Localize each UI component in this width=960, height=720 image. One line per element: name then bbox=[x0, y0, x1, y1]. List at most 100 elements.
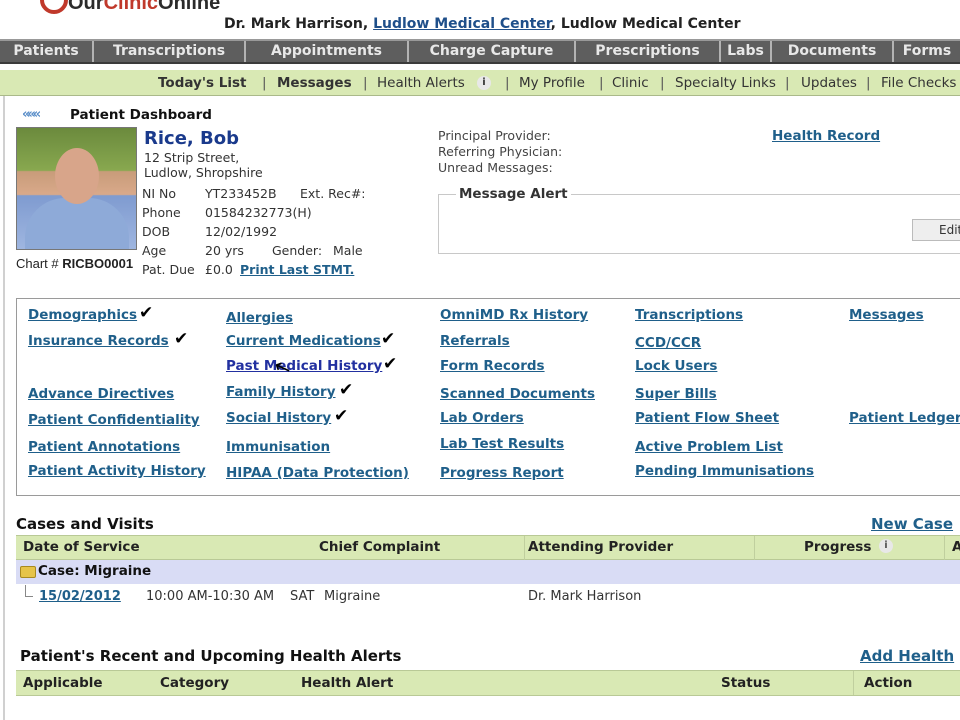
edit-button[interactable]: Edit bbox=[912, 219, 960, 241]
nav-tab-forms[interactable]: Forms bbox=[894, 41, 960, 62]
nav-tab-transcriptions[interactable]: Transcriptions bbox=[94, 41, 246, 62]
nav-tab-prescriptions[interactable]: Prescriptions bbox=[576, 41, 721, 62]
visit-time: 10:00 AM-10:30 AM bbox=[146, 589, 275, 604]
visit-date-link[interactable]: 15/02/2012 bbox=[39, 589, 121, 604]
col-action[interactable]: Action bbox=[864, 675, 912, 691]
subnav-my-profile[interactable]: My Profile bbox=[519, 75, 585, 91]
info-icon[interactable]: i bbox=[477, 76, 491, 90]
col-a[interactable]: A bbox=[952, 539, 960, 555]
link-transcriptions[interactable]: Transcriptions bbox=[635, 307, 743, 323]
link-hipaa[interactable]: HIPAA (Data Protection) bbox=[226, 465, 409, 481]
nav-tab-documents[interactable]: Documents bbox=[772, 41, 894, 62]
link-patient-confidentiality[interactable]: Patient Confidentiality bbox=[28, 412, 200, 428]
nav-tab-charge-capture[interactable]: Charge Capture bbox=[409, 41, 576, 62]
link-insurance-records[interactable]: Insurance Records bbox=[28, 333, 169, 349]
check-icon: ✔ bbox=[383, 354, 398, 374]
health-record-link[interactable]: Health Record bbox=[772, 128, 880, 144]
link-lab-orders[interactable]: Lab Orders bbox=[440, 410, 524, 426]
link-immunisation[interactable]: Immunisation bbox=[226, 439, 330, 455]
link-allergies[interactable]: Allergies bbox=[226, 310, 293, 326]
nav-tab-labs[interactable]: Labs bbox=[721, 41, 772, 62]
link-patient-flow-sheet[interactable]: Patient Flow Sheet bbox=[635, 410, 779, 426]
link-patient-annotations[interactable]: Patient Annotations bbox=[28, 439, 180, 455]
print-last-statement-link[interactable]: Print Last STMT. bbox=[240, 262, 354, 277]
link-form-records[interactable]: Form Records bbox=[440, 358, 545, 374]
check-icon: ✔ bbox=[334, 406, 349, 426]
subnav-divider: | bbox=[505, 75, 510, 91]
visit-provider: Dr. Mark Harrison bbox=[528, 589, 642, 604]
link-active-problem-list[interactable]: Active Problem List bbox=[635, 439, 783, 455]
referring-physician-label: Referring Physician: bbox=[438, 144, 563, 159]
link-pending-immunisations[interactable]: Pending Immunisations bbox=[635, 463, 814, 479]
case-row[interactable] bbox=[16, 560, 960, 584]
col-status[interactable]: Status bbox=[721, 675, 770, 691]
nav-tab-appointments[interactable]: Appointments bbox=[246, 41, 409, 62]
column-divider bbox=[853, 671, 854, 695]
sub-nav: Today's List | Messages | Health Alerts … bbox=[0, 70, 960, 96]
health-alerts-table-header bbox=[16, 670, 960, 696]
link-current-medications[interactable]: Current Medications bbox=[226, 333, 381, 349]
nav-tab-patients[interactable]: Patients bbox=[0, 41, 94, 62]
add-health-alert-link[interactable]: Add Health bbox=[860, 647, 954, 665]
unread-messages-label: Unread Messages: bbox=[438, 160, 553, 175]
visit-complaint: Migraine bbox=[324, 589, 381, 604]
subnav-divider: | bbox=[660, 75, 665, 91]
col-chief-complaint[interactable]: Chief Complaint bbox=[319, 539, 440, 555]
dob-label: DOB bbox=[142, 224, 171, 239]
message-alert-box bbox=[438, 194, 960, 254]
subnav-updates[interactable]: Updates bbox=[801, 75, 857, 91]
check-icon: ✔ bbox=[174, 329, 189, 349]
col-applicable[interactable]: Applicable bbox=[23, 675, 103, 691]
link-ccd-ccr[interactable]: CCD/CCR bbox=[635, 335, 701, 351]
gender-label: Gender: bbox=[272, 243, 323, 258]
link-advance-directives[interactable]: Advance Directives bbox=[28, 386, 174, 402]
link-progress-report[interactable]: Progress Report bbox=[440, 465, 564, 481]
patient-photo bbox=[16, 127, 137, 250]
col-attending-provider[interactable]: Attending Provider bbox=[528, 539, 673, 555]
clinic-name: , Ludlow Medical Center bbox=[550, 16, 741, 32]
link-past-medical-history[interactable]: Past Medical History bbox=[226, 358, 382, 374]
col-category[interactable]: Category bbox=[160, 675, 229, 691]
subnav-specialty-links[interactable]: Specialty Links bbox=[675, 75, 776, 91]
check-icon: ✔ bbox=[381, 329, 396, 349]
link-lab-test-results[interactable]: Lab Test Results bbox=[440, 436, 564, 452]
col-progress[interactable]: Progress bbox=[804, 539, 871, 555]
link-family-history[interactable]: Family History bbox=[226, 384, 336, 400]
link-referrals[interactable]: Referrals bbox=[440, 333, 510, 349]
phone-value: 01584232773(H) bbox=[205, 205, 312, 220]
link-omnimd-rx-history[interactable]: OmniMD Rx History bbox=[440, 307, 588, 323]
check-icon: ✔ bbox=[139, 303, 154, 323]
col-date-of-service[interactable]: Date of Service bbox=[23, 539, 140, 555]
subnav-divider: | bbox=[785, 75, 790, 91]
gender-value: Male bbox=[333, 243, 363, 258]
link-patient-activity-history[interactable]: Patient Activity History bbox=[28, 463, 206, 479]
clinic-link[interactable]: Ludlow Medical Center bbox=[373, 16, 551, 32]
subnav-messages[interactable]: Messages bbox=[277, 75, 352, 91]
link-messages[interactable]: Messages bbox=[849, 307, 924, 323]
link-demographics[interactable]: Demographics bbox=[28, 307, 137, 323]
patient-address-line2: Ludlow, Shropshire bbox=[144, 165, 263, 180]
logo-icon bbox=[40, 0, 68, 14]
new-case-link[interactable]: New Case bbox=[871, 515, 953, 533]
link-lock-users[interactable]: Lock Users bbox=[635, 358, 717, 374]
link-scanned-documents[interactable]: Scanned Documents bbox=[440, 386, 595, 402]
link-social-history[interactable]: Social History bbox=[226, 410, 331, 426]
link-patient-ledger[interactable]: Patient Ledger bbox=[849, 410, 960, 426]
app-logo: OurClinicOnline bbox=[68, 0, 221, 14]
case-label[interactable]: Case: Migraine bbox=[38, 563, 151, 579]
phone-label: Phone bbox=[142, 205, 181, 220]
message-alert-title: Message Alert bbox=[456, 186, 571, 202]
link-super-bills[interactable]: Super Bills bbox=[635, 386, 717, 402]
col-health-alert[interactable]: Health Alert bbox=[301, 675, 393, 691]
age-value: 20 yrs bbox=[205, 243, 244, 258]
progress-info-icon[interactable]: i bbox=[879, 539, 893, 553]
subnav-clinic[interactable]: Clinic bbox=[612, 75, 649, 91]
patient-name: Rice, Bob bbox=[144, 128, 239, 149]
subnav-health-alerts[interactable]: Health Alerts bbox=[377, 75, 465, 91]
health-alerts-title: Patient's Recent and Upcoming Health Ale… bbox=[20, 647, 402, 665]
subnav-file-checks[interactable]: File Checks bbox=[881, 75, 956, 91]
ext-rec-label: Ext. Rec#: bbox=[300, 186, 366, 201]
subnav-todays-list[interactable]: Today's List bbox=[158, 75, 246, 91]
dashboard-title: Patient Dashboard bbox=[70, 107, 212, 123]
collapse-arrows-icon[interactable]: ««« bbox=[22, 107, 41, 122]
